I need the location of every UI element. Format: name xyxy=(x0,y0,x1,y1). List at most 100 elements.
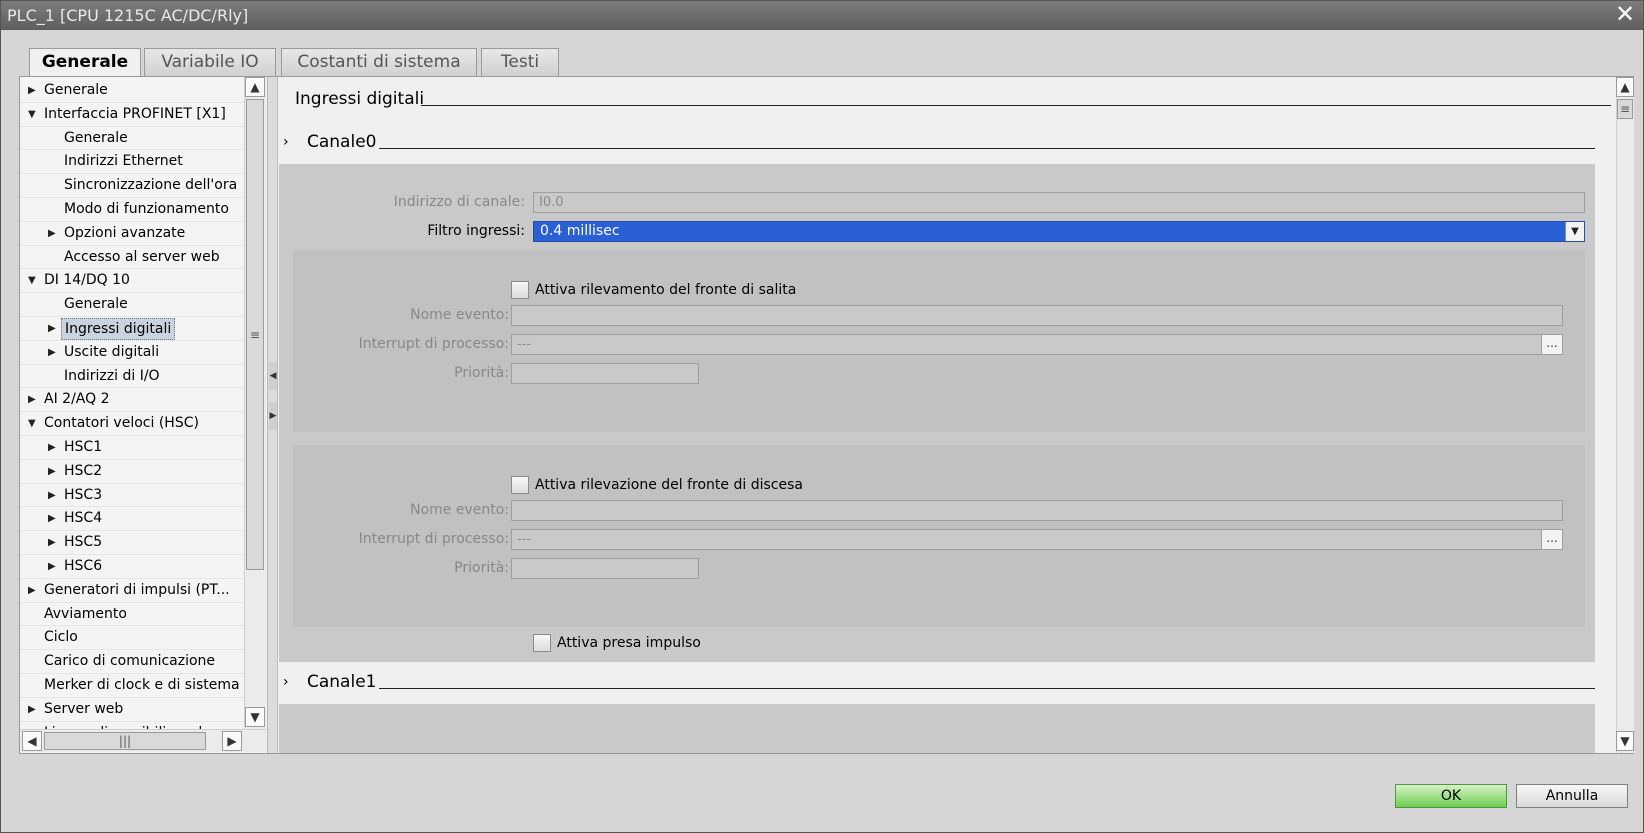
tab-testi[interactable]: Testi xyxy=(481,48,559,77)
expand-arrow-icon[interactable]: ▶ xyxy=(48,484,56,507)
expand-icon[interactable]: › xyxy=(283,130,289,154)
scroll-left-icon[interactable]: ◀ xyxy=(22,731,42,751)
tree-item[interactable]: Indirizzi Ethernet xyxy=(20,150,244,175)
checkbox-box[interactable] xyxy=(511,476,529,494)
channel0-group: Indirizzo di canale: I0.0 Filtro ingress… xyxy=(279,164,1595,662)
tree-item[interactable]: ▼ Contatori veloci (HSC) xyxy=(20,412,244,436)
cancel-button[interactable]: Annulla xyxy=(1516,784,1628,808)
filter-select[interactable]: 0.4 millisec ▼ xyxy=(533,221,1585,242)
tree-item-label: Sincronizzazione dell'ora xyxy=(64,177,238,194)
nav-scroll-thumb[interactable]: ≡ xyxy=(246,99,264,570)
tree-item-label: Indirizzi Ethernet xyxy=(64,153,183,170)
expand-arrow-icon[interactable]: ▶ xyxy=(48,222,56,245)
tree-item[interactable]: ▶ Uscite digitali xyxy=(20,341,244,365)
tree-item[interactable]: Sincronizzazione dell'ora xyxy=(20,174,244,198)
tree-item[interactable]: Lingue disponibili per le xyxy=(20,722,244,729)
tree-item[interactable]: ▶ HSC2 xyxy=(20,460,244,484)
nav-horizontal-scrollbar[interactable]: ◀ ||| ▶ xyxy=(20,729,266,752)
main-scroll-thumb[interactable]: ≡ xyxy=(1617,99,1633,119)
channel1-header[interactable]: › Canale1 xyxy=(279,670,1595,694)
tree-item[interactable]: ▼ Interfaccia PROFINET [X1] xyxy=(20,103,244,127)
tree-item-label: Generale xyxy=(44,82,108,98)
window-title: PLC_1 [CPU 1215C AC/DC/Rly] xyxy=(7,6,249,25)
falling-priority-label: Priorità: xyxy=(454,560,509,576)
tree-item-label: HSC3 xyxy=(64,486,103,503)
nav-hscroll-thumb[interactable]: ||| xyxy=(44,732,206,750)
expand-arrow-icon[interactable]: ▶ xyxy=(48,317,56,340)
tree-item[interactable]: Avviamento xyxy=(20,603,244,627)
collapse-left-icon[interactable]: ◀ xyxy=(269,362,277,390)
scroll-down-icon[interactable]: ▼ xyxy=(245,707,265,727)
expand-arrow-icon[interactable]: ▶ xyxy=(48,460,56,483)
expand-arrow-icon[interactable]: ▶ xyxy=(28,79,36,102)
pulse-catch-label: Attiva presa impulso xyxy=(557,635,701,651)
expand-icon[interactable]: › xyxy=(283,670,289,694)
tree-item[interactable]: ▶ HSC5 xyxy=(20,531,244,555)
rising-interrupt-field: --- ... xyxy=(511,334,1563,355)
tree-item[interactable]: ▶ Server web xyxy=(20,698,244,722)
collapse-arrow-icon[interactable]: ▼ xyxy=(28,103,36,126)
browse-icon[interactable]: ... xyxy=(1541,530,1562,549)
dropdown-icon[interactable]: ▼ xyxy=(1565,222,1584,241)
tree-item[interactable]: ▶ Generatori di impulsi (PT... xyxy=(20,579,244,603)
tree-item[interactable]: Merker di clock e di sistema xyxy=(20,674,244,698)
browse-icon[interactable]: ... xyxy=(1541,335,1562,354)
tree-item-label: Interfaccia PROFINET [X1] xyxy=(44,105,226,122)
collapse-arrow-icon[interactable]: ▼ xyxy=(28,269,36,292)
tree-item[interactable]: Indirizzi di I/O xyxy=(20,365,244,389)
nav-vertical-scrollbar[interactable]: ▲ ≡ ▼ xyxy=(244,77,266,729)
tab-costanti-di-sistema[interactable]: Costanti di sistema xyxy=(281,48,477,77)
tree-item[interactable]: Accesso al server web xyxy=(20,246,244,270)
properties-window: PLC_1 [CPU 1215C AC/DC/Rly] ✕ Generale V… xyxy=(0,0,1644,833)
tree-item[interactable]: Generale xyxy=(20,293,244,317)
tree-item-label: Indirizzi di I/O xyxy=(64,367,160,384)
tree-item[interactable]: Modo di funzionamento xyxy=(20,198,244,222)
checkbox-box[interactable] xyxy=(511,281,529,299)
falling-edge-label: Attiva rilevazione del fronte di discesa xyxy=(535,477,803,493)
tree-item[interactable]: ▶ AI 2/AQ 2 xyxy=(20,388,244,413)
tree-item[interactable]: Ciclo xyxy=(20,626,244,651)
tree-item[interactable]: ▶ HSC3 xyxy=(20,484,244,508)
channel1-title: Canale1 xyxy=(307,672,377,692)
expand-arrow-icon[interactable]: ▶ xyxy=(48,507,56,530)
collapse-right-icon[interactable]: ▶ xyxy=(269,402,277,430)
tree-item[interactable]: ▶ HSC6 xyxy=(20,555,244,579)
panel-splitter[interactable]: ◀ ▶ xyxy=(268,77,278,753)
channel0-header[interactable]: › Canale0 xyxy=(279,130,1595,154)
tree-item[interactable]: Generale xyxy=(20,127,244,151)
tree-item[interactable]: ▼ DI 14/DQ 10 xyxy=(20,269,244,294)
expand-arrow-icon[interactable]: ▶ xyxy=(48,531,56,554)
tree-item[interactable]: ▶ Opzioni avanzate xyxy=(20,222,244,246)
tree-item-label: Avviamento xyxy=(44,605,127,622)
expand-arrow-icon[interactable]: ▶ xyxy=(48,555,56,578)
tree-item[interactable]: ▶ Generale xyxy=(20,79,244,103)
tree-item[interactable]: ▶ Ingressi digitali xyxy=(20,317,244,341)
scroll-down-icon[interactable]: ▼ xyxy=(1616,731,1634,751)
tree-item-label: Accesso al server web xyxy=(64,248,220,265)
main-vertical-scrollbar[interactable]: ▲ ≡ ▼ xyxy=(1616,77,1634,753)
tab-generale[interactable]: Generale xyxy=(29,48,141,79)
navigation-panel: ▶ Generale ▼ Interfaccia PROFINET [X1] Gener… xyxy=(20,77,268,753)
address-field: I0.0 xyxy=(533,192,1585,213)
expand-arrow-icon[interactable]: ▶ xyxy=(48,341,56,364)
scroll-up-icon[interactable]: ▲ xyxy=(1616,77,1634,97)
expand-arrow-icon[interactable]: ▶ xyxy=(48,436,56,459)
scroll-right-icon[interactable]: ▶ xyxy=(222,731,242,751)
tree-item[interactable]: ▶ HSC4 xyxy=(20,507,244,532)
section-line xyxy=(421,105,1611,106)
rising-priority-field xyxy=(511,363,699,384)
falling-interrupt-field: --- ... xyxy=(511,529,1563,550)
checkbox-box[interactable] xyxy=(533,634,551,652)
properties-content: Ingressi digitali › Canale0 Indirizzo di… xyxy=(279,77,1614,753)
tab-variabile-io[interactable]: Variabile IO xyxy=(144,48,276,77)
close-icon[interactable]: ✕ xyxy=(1613,2,1637,27)
collapse-arrow-icon[interactable]: ▼ xyxy=(28,412,36,435)
expand-arrow-icon[interactable]: ▶ xyxy=(28,698,36,721)
ok-button[interactable]: OK xyxy=(1395,784,1507,808)
expand-arrow-icon[interactable]: ▶ xyxy=(28,579,36,602)
tree-item[interactable]: Carico di comunicazione xyxy=(20,650,244,674)
tree-item-label: Generale xyxy=(64,129,128,146)
tree-item[interactable]: ▶ HSC1 xyxy=(20,436,244,460)
scroll-up-icon[interactable]: ▲ xyxy=(245,77,265,97)
expand-arrow-icon[interactable]: ▶ xyxy=(28,388,36,411)
